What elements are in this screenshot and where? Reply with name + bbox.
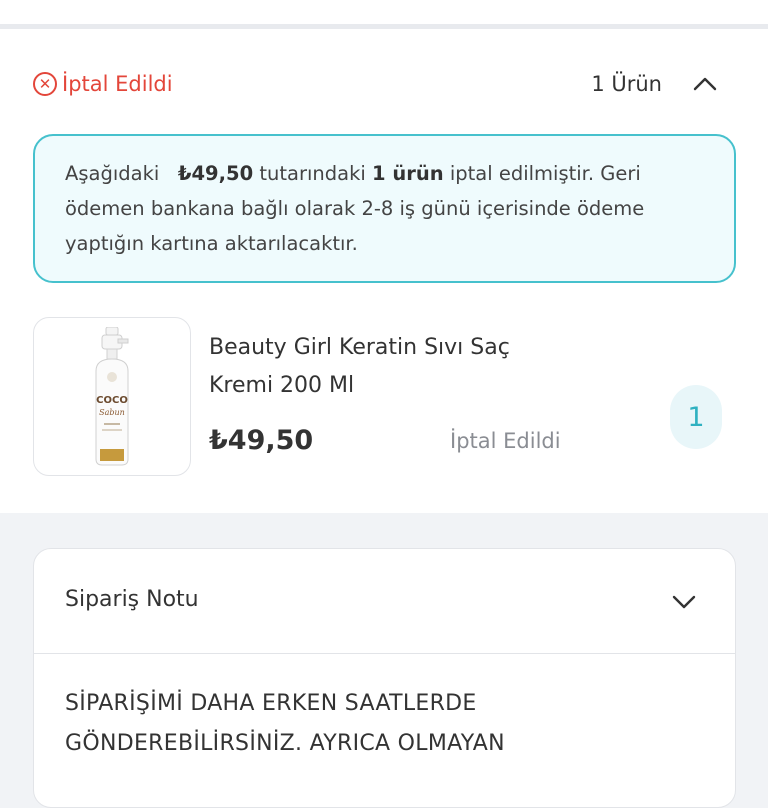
- quantity-badge: 1: [670, 385, 722, 449]
- product-status: İptal Edildi: [450, 429, 561, 453]
- order-note-header[interactable]: Sipariş Notu: [34, 549, 735, 654]
- status-label: ✕ İptal Edildi: [33, 67, 173, 101]
- label-sub: Sabun: [99, 408, 125, 417]
- status-title: İptal Edildi: [62, 72, 173, 96]
- order-note-title: Sipariş Notu: [65, 587, 199, 612]
- chevron-up-icon[interactable]: [692, 76, 718, 92]
- previous-section: [0, 0, 768, 24]
- refund-info-box: Aşağıdaki ₺49,50 tutarındaki 1 ürün ipta…: [33, 134, 736, 283]
- product-name[interactable]: Beauty Girl Keratin Sıvı Saç Kremi 200 M…: [209, 329, 549, 405]
- label-brand: COCO: [96, 395, 128, 406]
- status-right: 1 Ürün: [591, 67, 718, 101]
- item-count: 1 Ürün: [591, 72, 662, 96]
- info-mid: tutarındaki: [259, 162, 366, 185]
- info-prefix: Aşağıdaki: [65, 162, 160, 185]
- cancelled-shipment-card: ✕ İptal Edildi 1 Ürün Aşağıdaki ₺49,50 t…: [0, 29, 768, 513]
- chevron-down-icon[interactable]: [671, 594, 697, 610]
- spray-bottle-image: COCO Sabun: [95, 326, 129, 465]
- info-count: 1 ürün: [372, 162, 444, 185]
- x-circle-icon: ✕: [33, 72, 57, 96]
- product-price: ₺49,50: [209, 425, 314, 456]
- order-note-text: SİPARİŞİMİ DAHA ERKEN SAATLERDE GÖNDEREB…: [65, 691, 505, 756]
- order-note-card: Sipariş Notu SİPARİŞİMİ DAHA ERKEN SAATL…: [33, 548, 736, 808]
- product-image[interactable]: COCO Sabun: [33, 317, 191, 476]
- status-header[interactable]: ✕ İptal Edildi 1 Ürün: [33, 67, 718, 101]
- info-amount: ₺49,50: [177, 162, 254, 185]
